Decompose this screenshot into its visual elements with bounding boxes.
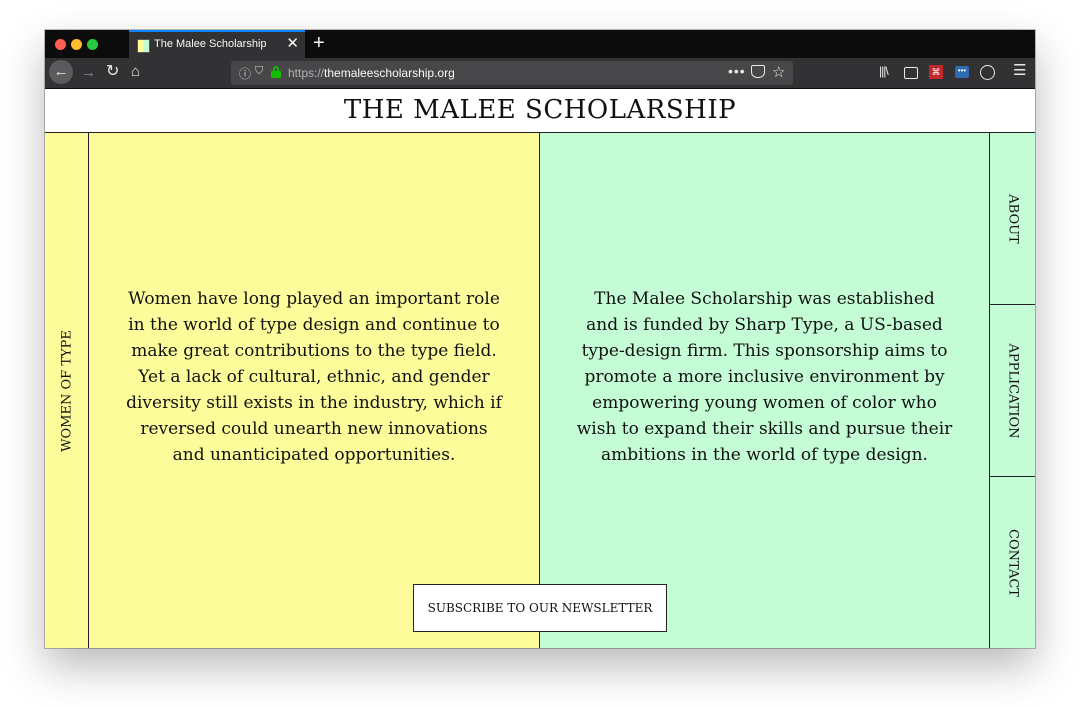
- url-host: themaleescholarship.org: [324, 66, 455, 80]
- pocket-icon[interactable]: [751, 65, 765, 78]
- lock-icon[interactable]: [271, 66, 281, 78]
- yellow-panel: Women have long played an important role…: [89, 133, 540, 648]
- women-of-type-label[interactable]: WOMEN OF TYPE: [59, 330, 74, 452]
- address-bar[interactable]: ⓘ ⛉ https://themaleescholarship.org ••• …: [231, 61, 793, 85]
- pdf-extension-icon[interactable]: ⌘: [929, 65, 943, 79]
- nav-item-application[interactable]: APPLICATION: [990, 305, 1035, 477]
- url-text[interactable]: https://themaleescholarship.org: [288, 66, 455, 80]
- new-tab-button[interactable]: +: [313, 32, 325, 54]
- site-header: THE MALEE SCHOLARSHIP: [45, 89, 1035, 133]
- favicon-icon: [137, 39, 150, 53]
- back-arrow-icon[interactable]: ←: [49, 60, 73, 84]
- women-in-type-text: Women have long played an important role…: [126, 289, 502, 465]
- browser-window: The Malee Scholarship ✕ + ← → ↻ ⌂ ⓘ ⛉ ht…: [45, 30, 1035, 648]
- nav-contact-label: CONTACT: [1005, 528, 1020, 597]
- tab-active[interactable]: The Malee Scholarship ✕: [129, 30, 305, 58]
- web-page: THE MALEE SCHOLARSHIP WOMEN OF TYPE Wome…: [45, 89, 1035, 648]
- tracking-shield-icon[interactable]: ⛉: [255, 65, 263, 78]
- url-protocol: https://: [288, 66, 325, 80]
- nav-about-label: ABOUT: [1005, 193, 1020, 244]
- extension-icon[interactable]: •••: [955, 66, 969, 78]
- sidebar-icon[interactable]: [904, 67, 918, 79]
- page-actions-icon[interactable]: •••: [728, 63, 746, 79]
- bookmark-star-icon[interactable]: ☆: [772, 63, 785, 81]
- nav-application-label: APPLICATION: [1005, 342, 1020, 439]
- info-icon[interactable]: ⓘ: [239, 65, 251, 82]
- navigation-toolbar: ← → ↻ ⌂ ⓘ ⛉ https://themaleescholarship.…: [45, 58, 1035, 89]
- minimize-window-button[interactable]: [71, 39, 82, 50]
- library-icon[interactable]: |||\: [879, 64, 889, 78]
- home-icon[interactable]: ⌂: [131, 62, 140, 82]
- nav-item-about[interactable]: ABOUT: [990, 133, 1035, 305]
- site-title[interactable]: THE MALEE SCHOLARSHIP: [45, 95, 1035, 125]
- account-icon[interactable]: [980, 65, 995, 80]
- nav-item-contact[interactable]: CONTACT: [990, 477, 1035, 648]
- subscribe-newsletter-button[interactable]: SUBSCRIBE TO OUR NEWSLETTER: [413, 584, 667, 632]
- reload-icon[interactable]: ↻: [106, 62, 119, 82]
- women-of-type-strip: WOMEN OF TYPE: [45, 133, 89, 648]
- tab-bar: The Malee Scholarship ✕ +: [45, 30, 1035, 58]
- green-panel: The Malee Scholarship was established an…: [540, 133, 990, 648]
- side-navigation: ABOUT APPLICATION CONTACT: [990, 133, 1035, 648]
- tab-close-icon[interactable]: ✕: [286, 35, 299, 53]
- tab-title: The Malee Scholarship: [154, 38, 267, 50]
- scholarship-description-text: The Malee Scholarship was established an…: [576, 289, 953, 465]
- close-window-button[interactable]: [55, 39, 66, 50]
- forward-arrow-icon[interactable]: →: [81, 63, 96, 83]
- hamburger-menu-icon[interactable]: ☰: [1013, 61, 1026, 79]
- zoom-window-button[interactable]: [87, 39, 98, 50]
